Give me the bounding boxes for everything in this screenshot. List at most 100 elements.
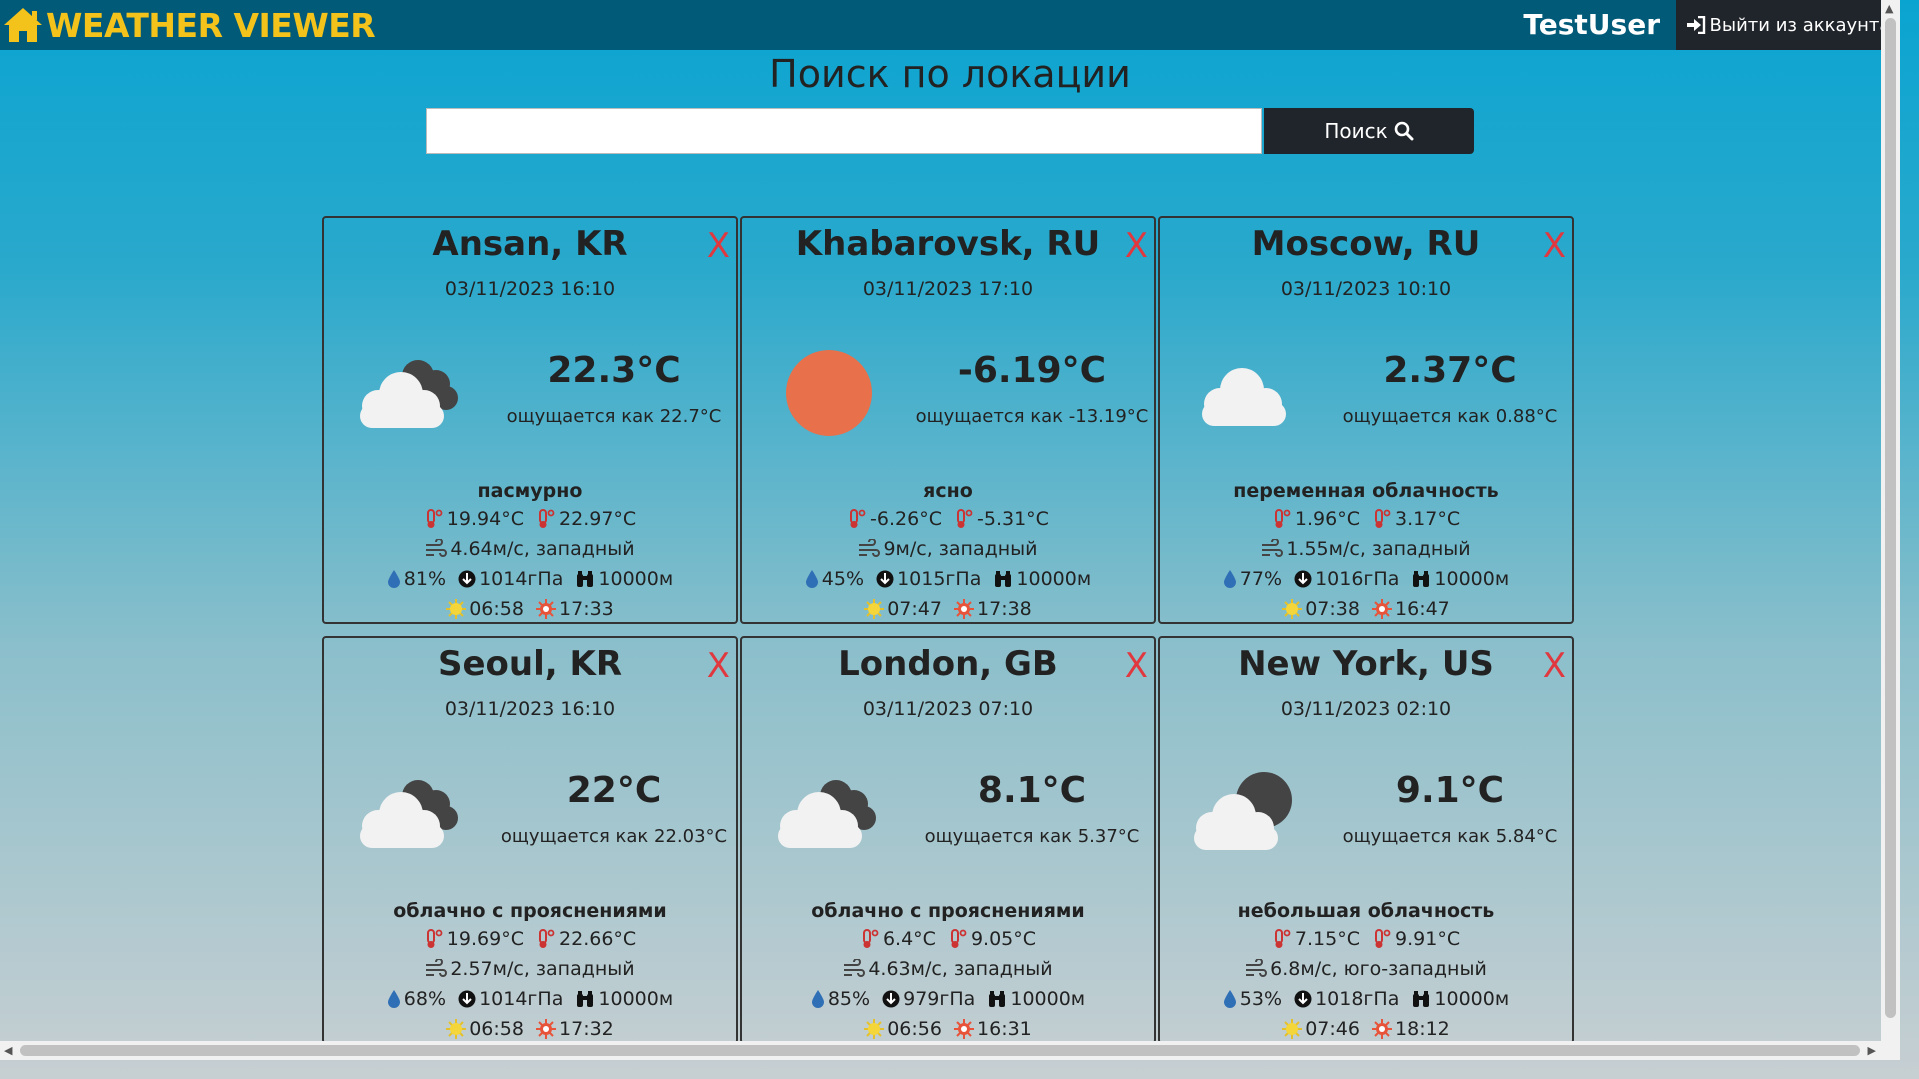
card-humidity: 53%	[1239, 988, 1283, 1010]
binoculars-icon	[989, 991, 1006, 1007]
brand-link[interactable]: WEATHER VIEWER	[2, 5, 376, 45]
weather-card: Moscow, RU X 03/11/2023 10:10 2.37°C ощущает…	[1158, 216, 1574, 624]
thermometer-icon	[950, 929, 967, 948]
card-sun-row: 06:58 17:33	[324, 598, 736, 620]
wind-icon	[859, 539, 881, 557]
card-visibility: 10000м	[1016, 568, 1092, 590]
sunrise-icon	[446, 1019, 467, 1039]
card-temp-max: 3.17°C	[1395, 508, 1461, 530]
remove-location-button[interactable]: X	[1125, 226, 1148, 266]
card-pressure: 1015гПа	[897, 568, 982, 590]
card-sun-row: 07:47 17:38	[742, 598, 1154, 620]
card-temp-max: 22.97°C	[559, 508, 637, 530]
card-temp-range: 7.15°C 9.91°C	[1160, 928, 1572, 950]
vertical-scrollbar-thumb[interactable]	[1885, 18, 1896, 1018]
thermometer-icon	[1375, 929, 1391, 948]
card-sunrise: 07:46	[1305, 1018, 1360, 1040]
card-sunrise: 06:58	[469, 598, 524, 620]
card-humidity: 77%	[1239, 568, 1283, 590]
pressure-down-arrow-icon	[876, 570, 894, 588]
card-metrics-row: 53% 1018гПа 10000м	[1160, 988, 1572, 1010]
card-temp-min: 19.94°C	[446, 508, 524, 530]
card-temp-min: 6.4°C	[882, 928, 936, 950]
card-wind-row: 2.57м/с, западный	[324, 958, 736, 980]
pressure-down-arrow-icon	[882, 990, 900, 1008]
card-temp-range: 19.94°C 22.97°C	[324, 508, 736, 530]
remove-location-button[interactable]: X	[1543, 646, 1566, 686]
scroll-right-arrow[interactable]: ▶	[1868, 1044, 1876, 1057]
card-datetime: 03/11/2023 16:10	[444, 278, 616, 300]
thermometer-icon	[1274, 929, 1291, 948]
search-button[interactable]: Поиск	[1264, 108, 1474, 154]
sunrise-icon	[864, 1019, 885, 1039]
sunrise-icon	[446, 599, 467, 619]
wind-icon	[1262, 539, 1284, 557]
card-wind-row: 4.63м/с, западный	[742, 958, 1154, 980]
sunset-icon	[1372, 1019, 1393, 1039]
humidity-drop-icon	[805, 570, 818, 588]
card-visibility: 10000м	[1434, 988, 1510, 1010]
card-temp-max: 9.91°C	[1395, 928, 1461, 950]
card-datetime: 03/11/2023 17:10	[862, 278, 1034, 300]
card-feels-like: ощущается как -13.19°C	[915, 406, 1149, 427]
card-metrics-row: 68% 1014гПа 10000м	[324, 988, 736, 1010]
card-sun-row: 06:58 17:32	[324, 1018, 736, 1040]
card-visibility: 10000м	[598, 988, 674, 1010]
card-pressure: 1014гПа	[479, 988, 564, 1010]
clear-sky-icon	[764, 348, 894, 438]
card-sunset: 17:32	[559, 1018, 614, 1040]
sunrise-icon	[1282, 599, 1303, 619]
binoculars-icon	[577, 571, 594, 587]
card-sunset: 16:31	[977, 1018, 1032, 1040]
card-humidity: 81%	[403, 568, 447, 590]
search-input[interactable]	[426, 108, 1262, 154]
card-visibility: 10000м	[1010, 988, 1086, 1010]
card-temperature: 22°C	[566, 770, 662, 811]
weather-card: New York, US X 03/11/2023 02:10 9.1°C ощущае…	[1158, 636, 1574, 1044]
card-humidity: 85%	[827, 988, 871, 1010]
horizontal-scrollbar[interactable]: ◀ ▶	[0, 1041, 1900, 1060]
binoculars-icon	[1413, 571, 1430, 587]
card-visibility: 10000м	[598, 568, 674, 590]
remove-location-button[interactable]: X	[1543, 226, 1566, 266]
card-wind-row: 4.64м/с, западный	[324, 538, 736, 560]
card-metrics-row: 45% 1015гПа 10000м	[742, 568, 1154, 590]
thermometer-icon	[539, 509, 555, 528]
wind-icon	[844, 959, 866, 977]
broken-clouds-icon	[764, 768, 894, 858]
remove-location-button[interactable]: X	[1125, 646, 1148, 686]
card-wind: 1.55м/с, западный	[1286, 538, 1471, 560]
card-city: Moscow, RU	[1251, 224, 1481, 264]
card-temperature: 22.3°C	[547, 350, 681, 391]
thermometer-icon	[957, 509, 973, 528]
humidity-drop-icon	[1223, 570, 1236, 588]
card-pressure: 979гПа	[903, 988, 976, 1010]
remove-location-button[interactable]: X	[707, 226, 730, 266]
broken-clouds-icon	[346, 768, 476, 858]
home-icon	[4, 8, 42, 42]
thermometer-icon	[426, 509, 443, 528]
card-temp-range: -6.26°C -5.31°C	[742, 508, 1154, 530]
card-description: переменная облачность	[1233, 480, 1499, 502]
card-humidity: 45%	[821, 568, 865, 590]
card-sun-row: 06:56 16:31	[742, 1018, 1154, 1040]
username: TestUser	[1523, 8, 1660, 41]
thermometer-icon	[850, 509, 866, 528]
vertical-scrollbar[interactable]: ▲ ▼	[1881, 0, 1900, 1060]
horizontal-scrollbar-thumb[interactable]	[20, 1045, 1860, 1056]
sunset-icon	[954, 1019, 975, 1039]
logout-button[interactable]: Выйти из аккаунта	[1676, 0, 1900, 50]
card-datetime: 03/11/2023 16:10	[444, 698, 616, 720]
weather-card: London, GB X 03/11/2023 07:10 8.1°C ощущаетс…	[740, 636, 1156, 1044]
weather-card: Khabarovsk, RU X 03/11/2023 17:10 -6.19°C ощ…	[740, 216, 1156, 624]
scroll-up-arrow[interactable]: ▲	[1885, 2, 1893, 15]
remove-location-button[interactable]: X	[707, 646, 730, 686]
wind-icon	[1246, 959, 1268, 977]
humidity-drop-icon	[811, 990, 824, 1008]
card-pressure: 1014гПа	[479, 568, 564, 590]
card-city: London, GB	[838, 644, 1058, 684]
scroll-left-arrow[interactable]: ◀	[4, 1044, 12, 1057]
card-temperature: 9.1°C	[1395, 770, 1505, 811]
card-city: New York, US	[1238, 644, 1494, 684]
sunrise-icon	[864, 599, 885, 619]
